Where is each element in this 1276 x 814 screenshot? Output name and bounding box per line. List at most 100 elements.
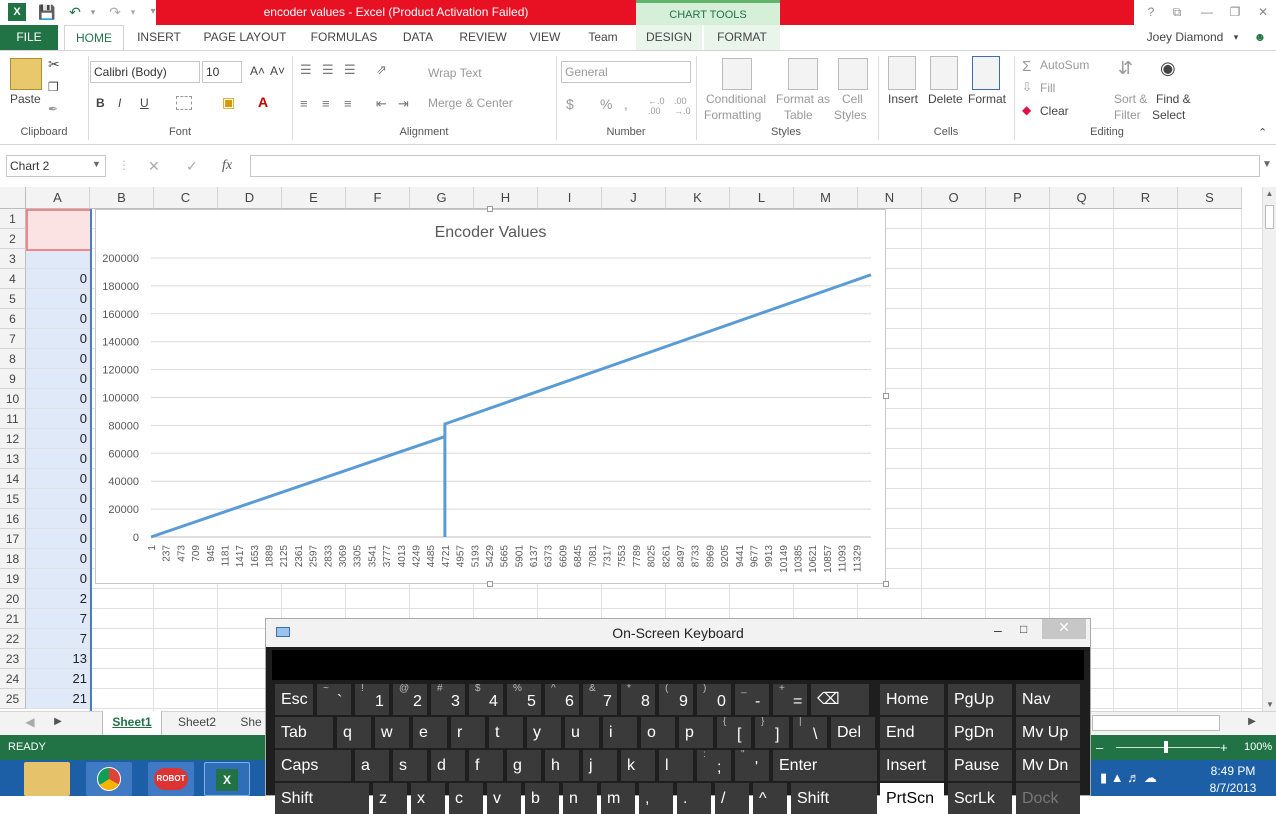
currency-button[interactable]: $	[566, 96, 574, 112]
row-header-19[interactable]: 19	[0, 569, 26, 589]
key-10[interactable]: (9	[659, 684, 693, 715]
column-header-m[interactable]: M	[794, 187, 858, 209]
cell-a15[interactable]: 0	[26, 489, 90, 509]
key-r3-12[interactable]: Enter	[773, 750, 877, 781]
save-icon[interactable]: 💾	[38, 3, 56, 21]
key-r3-9[interactable]: l	[659, 750, 693, 781]
key-mv-dn[interactable]: Mv Dn	[1016, 750, 1080, 781]
conditional-formatting-label-1[interactable]: Conditional	[706, 92, 766, 106]
shrink-font-button[interactable]: A˅	[270, 64, 285, 78]
sort-filter-label-1[interactable]: Sort &	[1114, 92, 1147, 106]
hscroll-right-icon[interactable]: ▶	[1244, 711, 1260, 735]
row-header-6[interactable]: 6	[0, 309, 26, 329]
font-size-combo[interactable]: 10	[202, 61, 242, 83]
chart-resize-handle[interactable]	[883, 393, 889, 399]
key-r3-0[interactable]: Caps	[275, 750, 351, 781]
orientation-icon[interactable]: ⇗	[376, 62, 387, 78]
zoom-in-icon[interactable]: +	[1220, 735, 1228, 760]
align-center-icon[interactable]: ≡	[322, 96, 330, 111]
close-button[interactable]: ✕	[1252, 3, 1274, 21]
key-9[interactable]: * 8	[621, 684, 655, 715]
row-header-10[interactable]: 10	[0, 389, 26, 409]
file-explorer-icon[interactable]	[24, 762, 70, 796]
excel-taskbar-icon[interactable]: X	[204, 762, 250, 796]
clear-button[interactable]: Clear	[1040, 104, 1069, 118]
vertical-scroll-thumb[interactable]	[1265, 205, 1274, 229]
key-r3-4[interactable]: f	[469, 750, 503, 781]
tab-review[interactable]: REVIEW	[454, 25, 512, 50]
redo-icon[interactable]: ↷	[106, 3, 124, 21]
key-nav[interactable]: Nav	[1016, 684, 1080, 715]
key-14[interactable]: ⌫	[811, 684, 869, 715]
key-11[interactable]: ) 0	[697, 684, 731, 715]
cell-a3[interactable]	[26, 249, 90, 269]
cell-a11[interactable]: 0	[26, 409, 90, 429]
key-r4-6[interactable]: n	[563, 783, 597, 814]
clear-icon[interactable]: ◆	[1022, 103, 1031, 117]
align-right-icon[interactable]: ≡	[344, 96, 352, 111]
clock-date[interactable]: 8/7/2013	[1196, 781, 1270, 795]
column-header-g[interactable]: G	[410, 187, 474, 209]
key-12[interactable]: _ -	[735, 684, 769, 715]
column-header-h[interactable]: H	[474, 187, 538, 209]
name-box[interactable]: Chart 2	[6, 155, 106, 177]
vertical-scrollbar[interactable]: ▲ ▼	[1262, 187, 1276, 711]
key-r4-7[interactable]: m	[601, 783, 635, 814]
key-r2-13[interactable]: | \	[793, 717, 827, 748]
select-all-corner[interactable]	[0, 187, 26, 209]
key-r3-7[interactable]: j	[583, 750, 617, 781]
encoder-values-chart[interactable]: Encoder Values 0 20000 40000 60000 80000 10000…	[95, 209, 886, 584]
cell-a8[interactable]: 0	[26, 349, 90, 369]
cell-a6[interactable]: 0	[26, 309, 90, 329]
key-r2-6[interactable]: y	[527, 717, 561, 748]
row-header-21[interactable]: 21	[0, 609, 26, 629]
chart-resize-handle[interactable]	[883, 581, 889, 587]
robot-app-icon[interactable]: ROBOT	[148, 762, 194, 796]
tab-data[interactable]: DATA	[394, 25, 442, 50]
conditional-formatting-icon[interactable]	[722, 58, 752, 90]
row-header-9[interactable]: 9	[0, 369, 26, 389]
cell-styles-label-1[interactable]: Cell	[842, 92, 863, 106]
sheet-tab-sheet3[interactable]: She	[236, 711, 266, 735]
sort-filter-label-2[interactable]: Filter	[1114, 108, 1141, 122]
comma-button[interactable]: ,	[624, 96, 628, 112]
italic-button[interactable]: I	[118, 96, 121, 110]
borders-icon[interactable]	[176, 96, 192, 110]
row-header-14[interactable]: 14	[0, 469, 26, 489]
delete-cells-icon[interactable]	[930, 56, 958, 90]
key-8[interactable]: & 7	[583, 684, 617, 715]
tab-page-layout[interactable]: PAGE LAYOUT	[198, 25, 292, 50]
row-header-23[interactable]: 23	[0, 649, 26, 669]
cell-a21[interactable]: 7	[26, 609, 90, 629]
sheet-scroll-left-icon[interactable]: ◀	[22, 711, 38, 735]
key-r3-3[interactable]: d	[431, 750, 465, 781]
key-r2-3[interactable]: e	[413, 717, 447, 748]
tab-format[interactable]: FORMAT	[704, 25, 780, 50]
percent-button[interactable]: %	[600, 96, 612, 112]
column-header-f[interactable]: F	[346, 187, 410, 209]
row-header-22[interactable]: 22	[0, 629, 26, 649]
cell-a12[interactable]: 0	[26, 429, 90, 449]
row-header-1[interactable]: 1	[0, 209, 26, 229]
underline-button[interactable]: U	[140, 96, 149, 110]
zoom-level[interactable]: 100%	[1244, 735, 1272, 760]
key-r4-3[interactable]: c	[449, 783, 483, 814]
key-r4-9[interactable]: .	[677, 783, 711, 814]
key-scrlk[interactable]: ScrLk	[948, 783, 1012, 814]
cell-styles-icon[interactable]	[838, 58, 868, 90]
row-header-25[interactable]: 25	[0, 689, 26, 709]
column-header-n[interactable]: N	[858, 187, 922, 209]
key-r2-9[interactable]: o	[641, 717, 675, 748]
fill-icon[interactable]: ⇩	[1022, 80, 1032, 94]
sheet-scroll-right-icon[interactable]: ▶	[50, 711, 66, 735]
align-bottom-icon[interactable]: ☰	[344, 62, 356, 78]
align-left-icon[interactable]: ≡	[300, 96, 308, 111]
row-header-18[interactable]: 18	[0, 549, 26, 569]
column-header-r[interactable]: R	[1114, 187, 1178, 209]
undo-icon[interactable]: ↶	[66, 3, 84, 21]
column-header-d[interactable]: D	[218, 187, 282, 209]
column-header-l[interactable]: L	[730, 187, 794, 209]
column-header-b[interactable]: B	[90, 187, 154, 209]
osk-minimize-button[interactable]: –	[994, 622, 1010, 638]
align-top-icon[interactable]: ☰	[300, 62, 312, 78]
